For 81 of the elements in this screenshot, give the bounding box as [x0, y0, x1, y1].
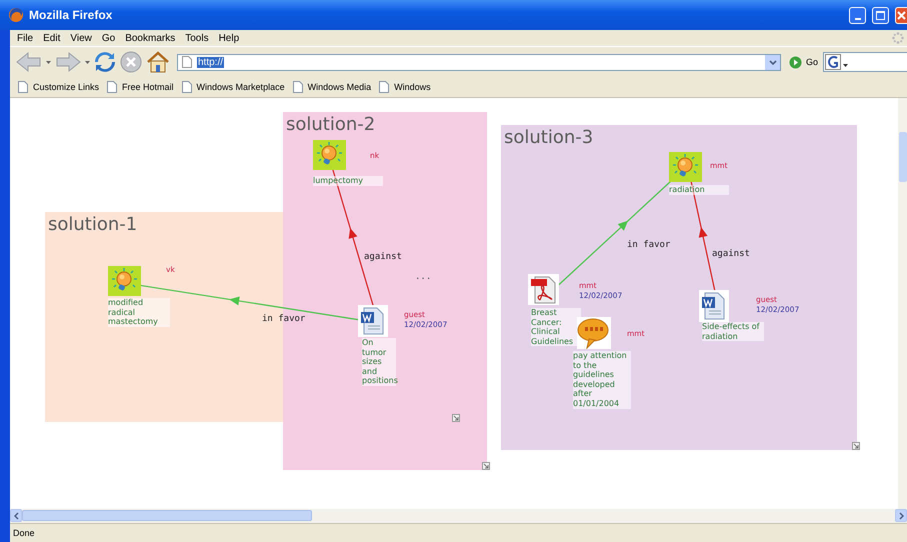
- back-arrow-icon: [16, 51, 42, 73]
- caret-icon: [85, 60, 90, 64]
- go-button[interactable]: Go: [783, 56, 822, 68]
- document-icon[interactable]: [358, 305, 388, 337]
- scroll-right-button[interactable]: [895, 509, 907, 522]
- go-icon: [789, 56, 802, 68]
- close-button[interactable]: [895, 6, 907, 24]
- home-button[interactable]: [145, 51, 171, 73]
- link-label: in favor: [262, 314, 306, 324]
- bookmark-link[interactable]: Customize Links: [33, 82, 100, 92]
- page-icon: [18, 81, 28, 93]
- node-label: On tumor sizes and positions: [362, 338, 396, 386]
- minimize-button[interactable]: [849, 6, 866, 24]
- lightbulb-icon[interactable]: [108, 266, 141, 296]
- forward-button[interactable]: [54, 51, 82, 73]
- forward-menu-button[interactable]: [84, 60, 91, 64]
- stop-button[interactable]: [119, 51, 143, 73]
- home-icon: [146, 51, 170, 73]
- node-label: lumpectomy: [313, 176, 383, 186]
- chevron-right-icon: [898, 512, 904, 520]
- status-text: Done: [13, 528, 35, 538]
- lightbulb-icon[interactable]: [669, 152, 702, 182]
- node-label: Breast Cancer: Clinical Guidelines: [531, 308, 581, 346]
- menu-item[interactable]: File: [13, 32, 38, 44]
- bookmark-link[interactable]: Windows Marketplace: [196, 82, 285, 92]
- reload-button[interactable]: [93, 51, 117, 73]
- menu-item[interactable]: Help: [214, 32, 244, 44]
- vertical-scrollbar[interactable]: [898, 98, 907, 509]
- scroll-thumb[interactable]: [22, 510, 312, 521]
- lightbulb-icon[interactable]: [313, 140, 346, 170]
- resize-handle-icon[interactable]: [452, 414, 460, 422]
- dropdown-button[interactable]: [765, 54, 780, 70]
- scroll-thumb[interactable]: [899, 132, 907, 182]
- search-field[interactable]: [823, 52, 907, 72]
- stop-icon: [120, 51, 142, 73]
- node-label: modified radical mastectomy: [108, 298, 170, 327]
- resize-handle-icon[interactable]: [482, 462, 490, 470]
- globe-icon: [8, 7, 24, 23]
- window-title: Mozilla Firefox: [29, 8, 112, 22]
- node-label: Side-effects of radiation: [702, 322, 764, 342]
- page-icon: [292, 81, 303, 93]
- forward-arrow-icon: [55, 51, 81, 73]
- bookmark-link[interactable]: Free Hotmail: [122, 82, 174, 92]
- page-icon: [107, 81, 118, 93]
- close-icon: [897, 10, 906, 20]
- speech-bubble-icon[interactable]: [577, 317, 611, 349]
- reload-icon: [94, 51, 116, 73]
- node-label: radiation: [669, 185, 729, 195]
- maximize-button[interactable]: [872, 6, 889, 24]
- menu-item[interactable]: Go: [98, 32, 120, 44]
- page-icon: [379, 81, 390, 93]
- link-label: in favor: [627, 240, 670, 250]
- back-button[interactable]: [15, 51, 43, 73]
- document-icon[interactable]: [699, 290, 729, 322]
- resize-handle-icon[interactable]: [852, 442, 860, 450]
- chevron-down-icon: [768, 60, 776, 64]
- search-engine-icon: [825, 54, 850, 70]
- back-menu-button[interactable]: [45, 60, 52, 64]
- pdf-document-icon[interactable]: [528, 274, 559, 305]
- caret-icon: [46, 60, 51, 64]
- solution-title: solution-3: [504, 127, 594, 148]
- menu-item[interactable]: View: [66, 32, 96, 44]
- throbber-icon: [892, 32, 904, 44]
- page-icon: [182, 56, 192, 68]
- solution-title: solution-1: [48, 214, 138, 235]
- link-label: against: [364, 252, 402, 262]
- scroll-left-button[interactable]: [10, 509, 22, 522]
- minimize-icon: [854, 18, 860, 20]
- bookmark-link[interactable]: Windows Media: [308, 82, 372, 92]
- menu-item[interactable]: Tools: [181, 32, 213, 44]
- page-icon: [182, 81, 192, 93]
- menu-item[interactable]: Edit: [39, 32, 64, 44]
- link-label: against: [712, 249, 750, 259]
- maximize-icon: [876, 10, 885, 20]
- solution-title: solution-2: [286, 114, 376, 135]
- bookmark-link[interactable]: Windows: [394, 82, 431, 92]
- more-indicator[interactable]: ...: [415, 272, 432, 282]
- menu-item[interactable]: Bookmarks: [121, 32, 180, 44]
- address-field[interactable]: http://: [177, 54, 781, 70]
- node-label: pay attention to the guidelines developed after 01/01/2004: [573, 351, 631, 409]
- chevron-left-icon: [14, 512, 18, 520]
